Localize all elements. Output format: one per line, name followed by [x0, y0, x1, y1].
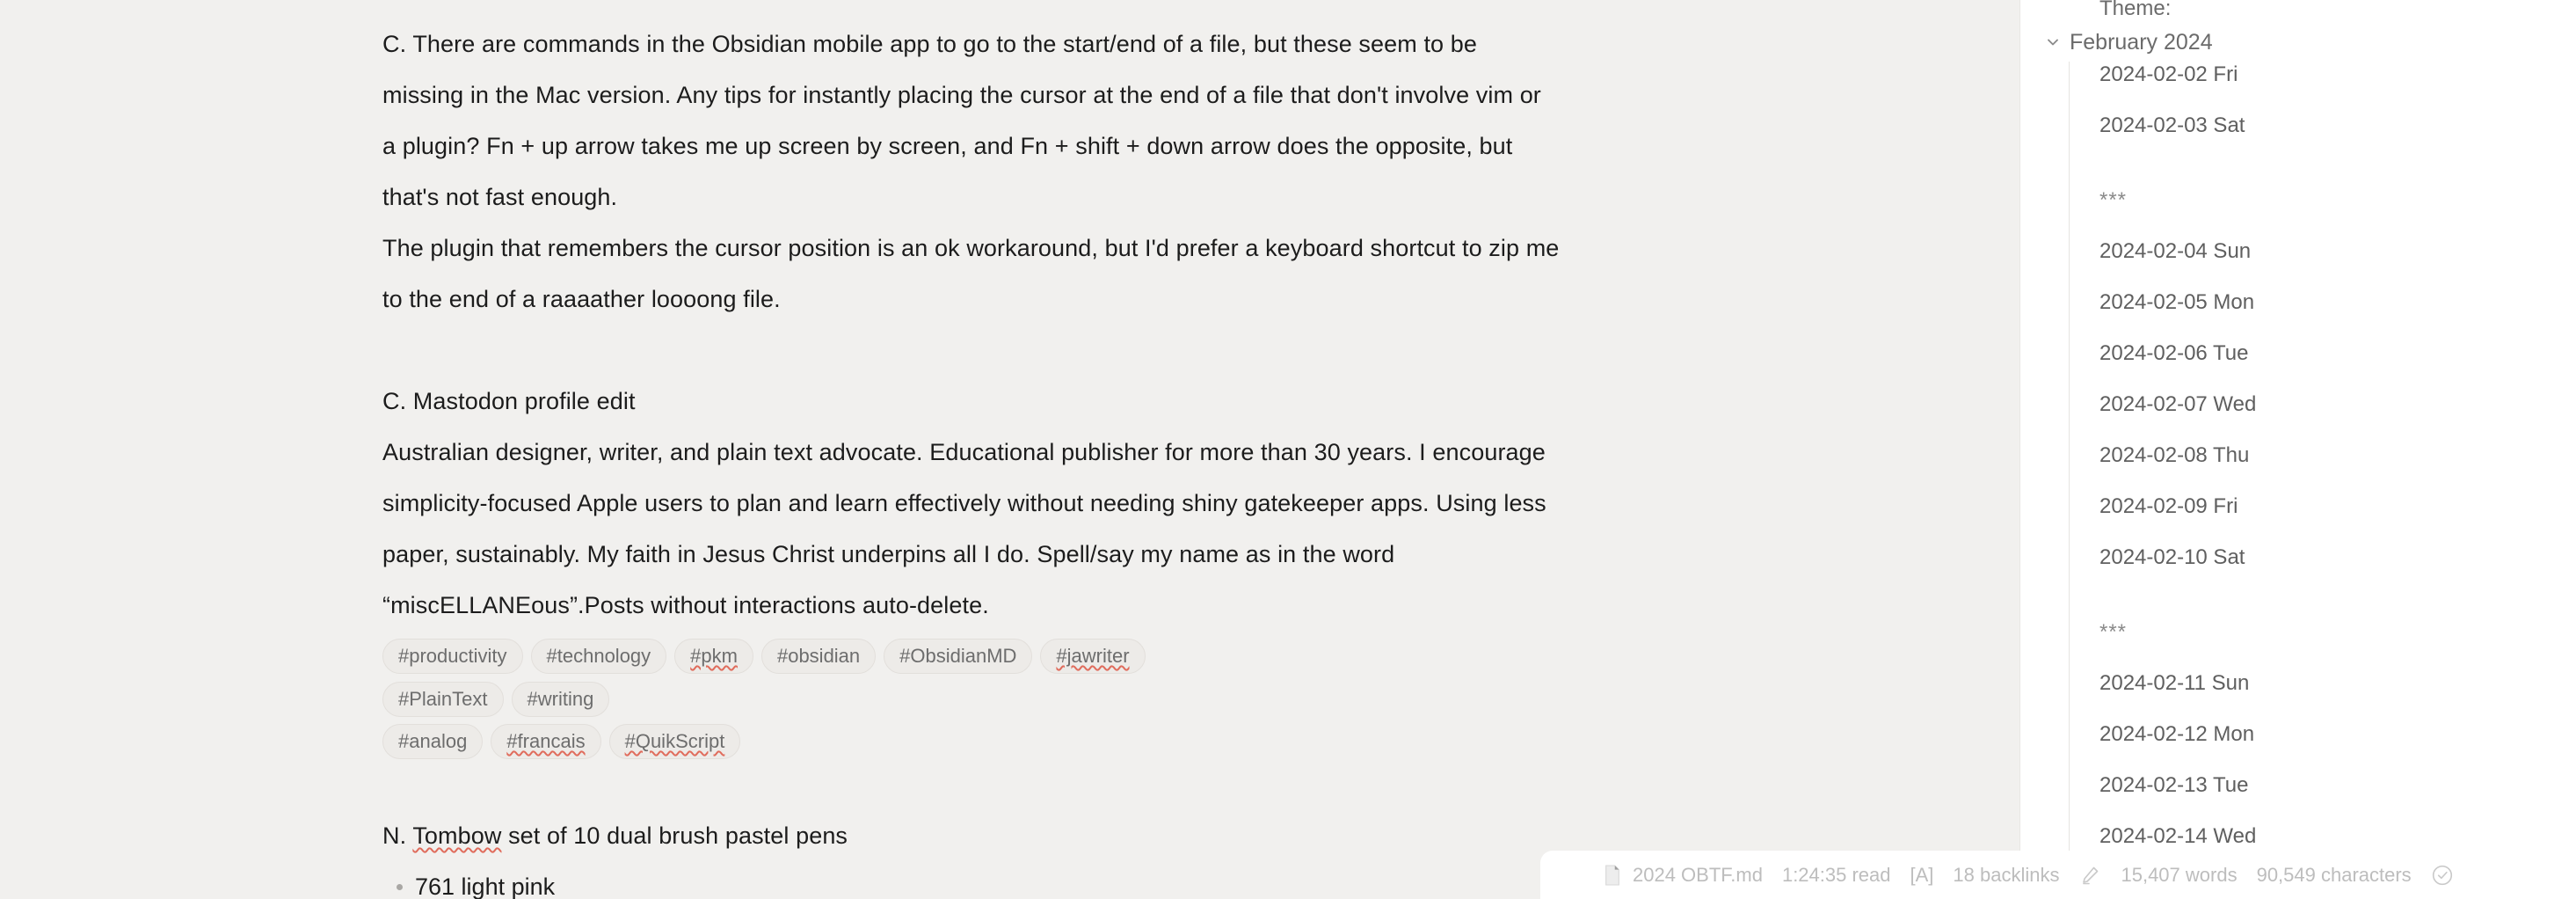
- tag-label: #francais: [506, 730, 586, 752]
- outline-separator[interactable]: ***: [2020, 188, 2576, 214]
- outline-item-date[interactable]: 2024-02-06 Tue: [2020, 340, 2576, 366]
- tag-pill[interactable]: #jawriter: [1040, 639, 1146, 674]
- outline-spacer: [2020, 570, 2576, 596]
- outline-spacer: [2020, 696, 2576, 721]
- outline-spacer: [2020, 214, 2576, 238]
- outline-separator[interactable]: ***: [2020, 620, 2576, 646]
- outline-spacer: [2020, 798, 2576, 823]
- right-sidebar-outline[interactable]: Theme: February 2024 2024-02-02 Fri 2024-…: [2019, 0, 2576, 899]
- outline-item-date[interactable]: 2024-02-14 Wed: [2020, 823, 2576, 849]
- tag-pill[interactable]: #analog: [382, 724, 484, 759]
- outline-item-theme[interactable]: Theme:: [2020, 0, 2576, 23]
- outline-item-date[interactable]: 2024-02-09 Fri: [2020, 493, 2576, 519]
- outline-item-date[interactable]: 2024-02-12 Mon: [2020, 721, 2576, 747]
- status-sync-button[interactable]: [2421, 851, 2463, 899]
- file-icon: [1601, 864, 1624, 887]
- tag-pill[interactable]: #writing: [511, 682, 610, 717]
- tags-bottom-spacer: [382, 759, 1561, 810]
- tag-pill[interactable]: #obsidian: [760, 639, 877, 674]
- outline-spacer: [2020, 747, 2576, 772]
- indent-guide-line: [2069, 62, 2070, 899]
- tag-pill[interactable]: #technology: [530, 639, 667, 674]
- outline-group-february-2024[interactable]: February 2024: [2020, 23, 2576, 62]
- tag-label: #ObsidianMD: [899, 645, 1017, 667]
- status-mode-indicator[interactable]: [A]: [1901, 851, 1944, 899]
- tag-pill[interactable]: #PlainText: [382, 682, 504, 717]
- tag-label: #technology: [546, 645, 651, 667]
- tag-pill[interactable]: #QuikScript: [608, 724, 741, 759]
- outline-item-date[interactable]: 2024-02-07 Wed: [2020, 391, 2576, 417]
- outline-item-date[interactable]: 2024-02-11 Sun: [2020, 670, 2576, 696]
- status-word-count[interactable]: 15,407 words: [2111, 851, 2246, 899]
- heading-mastodon-profile-edit: C. Mastodon profile edit: [382, 388, 636, 414]
- heading-prefix: N.: [382, 822, 413, 849]
- editor-scroll-area[interactable]: C. There are commands in the Obsidian mo…: [0, 0, 2019, 899]
- note-content[interactable]: C. There are commands in the Obsidian mo…: [382, 0, 1561, 899]
- status-file-name[interactable]: 2024 OBTF.md: [1591, 851, 1772, 899]
- outline-spacer: [2020, 417, 2576, 442]
- tag-row-primary: #productivity #technology #pkm #obsidian #Ob…: [382, 639, 1262, 717]
- tag-label: #PlainText: [398, 688, 488, 710]
- status-edit-mode-button[interactable]: [2069, 851, 2111, 899]
- outline-item-date[interactable]: 2024-02-13 Tue: [2020, 772, 2576, 798]
- outline-item-date[interactable]: 2024-02-08 Thu: [2020, 442, 2576, 468]
- tag-pill[interactable]: #pkm: [674, 639, 753, 674]
- tag-label: #analog: [398, 730, 468, 752]
- tag-label: #productivity: [398, 645, 507, 667]
- status-read-time[interactable]: 1:24:35 read: [1772, 851, 1901, 899]
- tag-pill[interactable]: #productivity: [382, 639, 523, 674]
- outline-spacer: [2020, 138, 2576, 164]
- outline-item-date[interactable]: 2024-02-04 Sun: [2020, 238, 2576, 264]
- outline-item-date[interactable]: 2024-02-05 Mon: [2020, 289, 2576, 315]
- check-circle-icon: [2431, 864, 2454, 887]
- tag-label: #pkm: [690, 645, 738, 667]
- outline-entry-list: 2024-02-02 Fri 2024-02-03 Sat *** 2024-02-0…: [2020, 62, 2576, 899]
- outline-spacer: [2020, 87, 2576, 113]
- outline-spacer: [2020, 646, 2576, 670]
- paragraph-commands: C. There are commands in the Obsidian mo…: [382, 31, 1541, 210]
- outline-spacer: [2020, 468, 2576, 493]
- tag-row-secondary: #analog #francais #QuikScript: [382, 724, 1262, 759]
- pen-color-list: 761 light pink723 intense light pink: [382, 861, 1561, 899]
- status-backlinks[interactable]: 18 backlinks: [1943, 851, 2069, 899]
- tag-label: #obsidian: [776, 645, 861, 667]
- misspelled-word-tombow: Tombow: [412, 822, 502, 849]
- outline-spacer: [2020, 519, 2576, 545]
- list-item-label: 761 light pink: [415, 873, 556, 899]
- outline-spacer: [2020, 264, 2576, 289]
- list-item: 761 light pink: [394, 861, 1561, 899]
- outline-children-wrap: 2024-02-02 Fri 2024-02-03 Sat *** 2024-02-0…: [2020, 62, 2576, 899]
- status-bar: 2024 OBTF.md 1:24:35 read [A] 18 backlin…: [1540, 851, 2486, 899]
- tag-label: #jawriter: [1056, 645, 1130, 667]
- outline-item-date[interactable]: 2024-02-02 Fri: [2020, 62, 2576, 87]
- tag-label: #writing: [527, 688, 594, 710]
- pencil-icon: [2078, 864, 2101, 887]
- outline-tree[interactable]: Theme: February 2024 2024-02-02 Fri 2024-…: [2020, 0, 2576, 899]
- paragraph-plugin-workaround: The plugin that remembers the cursor pos…: [382, 235, 1560, 312]
- obsidian-window: C. There are commands in the Obsidian mo…: [0, 0, 2576, 899]
- outline-group-label: February 2024: [2070, 29, 2213, 55]
- heading-suffix: set of 10 dual brush pastel pens: [501, 822, 848, 849]
- outline-spacer: [2020, 164, 2576, 188]
- heading-tombow-pens: N. Tombow set of 10 dual brush pastel pe…: [382, 810, 1561, 861]
- outline-spacer: [2020, 366, 2576, 391]
- tag-pill[interactable]: #ObsidianMD: [884, 639, 1033, 674]
- tag-pill[interactable]: #francais: [491, 724, 601, 759]
- paragraph-mastodon-bio: Australian designer, writer, and plain t…: [382, 439, 1546, 618]
- outline-spacer: [2020, 315, 2576, 340]
- outline-spacer: [2020, 596, 2576, 620]
- tag-label: #QuikScript: [624, 730, 725, 752]
- file-name-label: 2024 OBTF.md: [1633, 864, 1763, 886]
- editor-pane[interactable]: C. There are commands in the Obsidian mo…: [0, 0, 2019, 899]
- outline-item-date[interactable]: 2024-02-10 Sat: [2020, 545, 2576, 570]
- status-character-count[interactable]: 90,549 characters: [2247, 851, 2421, 899]
- chevron-down-icon[interactable]: [2043, 33, 2063, 52]
- outline-item-date[interactable]: 2024-02-03 Sat: [2020, 113, 2576, 138]
